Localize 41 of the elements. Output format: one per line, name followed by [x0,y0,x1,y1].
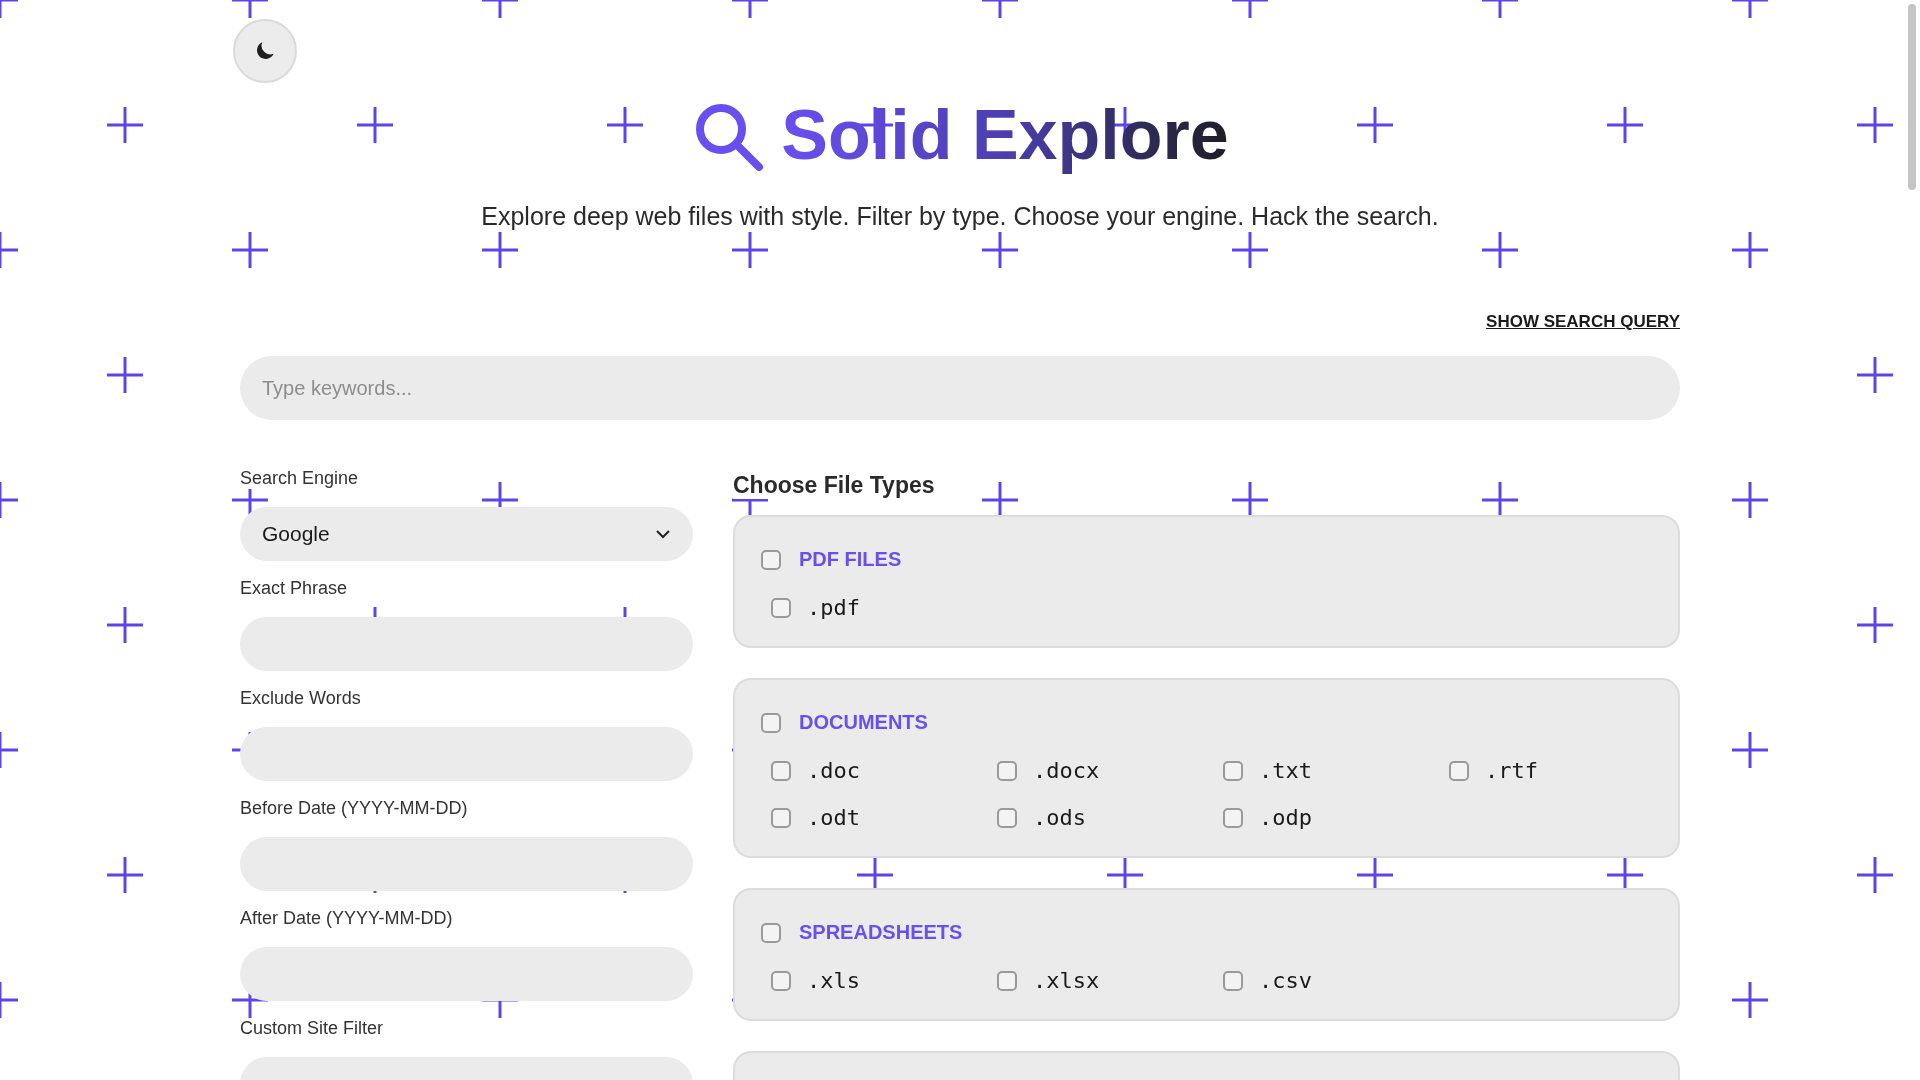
section-heading: Choose File Types [733,472,935,499]
extension-checkbox[interactable] [1223,760,1243,781]
group-title: DOCUMENTS [799,711,928,734]
extension-checkbox[interactable] [771,597,791,618]
extension-checkbox[interactable] [771,970,791,991]
show-search-query-link[interactable]: SHOW SEARCH QUERY [1486,312,1680,332]
text-input-field[interactable] [240,947,693,1001]
extension-checkbox[interactable] [1223,807,1243,828]
extension-label: .pdf [807,595,860,620]
extension-label: .xlsx [1033,968,1100,993]
group-checkbox[interactable] [761,712,781,733]
extension-label: .ods [1033,805,1086,830]
extension-checkbox[interactable] [771,807,791,828]
extension-label: .txt [1259,758,1312,783]
text-input-field[interactable] [240,617,693,671]
extension-checkbox[interactable] [997,970,1017,991]
group-title: PDF FILES [799,548,902,571]
scrollbar[interactable] [1908,4,1916,190]
search-engine-dropdown[interactable]: Google [240,507,693,561]
extension-checkbox[interactable] [1223,970,1243,991]
group-checkbox[interactable] [761,549,781,570]
keyword-search-field[interactable]: Type keywords... [240,356,1680,420]
chevron-down-icon [655,529,671,539]
extension-label: .odt [807,805,860,830]
extension-label: .doc [807,758,860,783]
field-label: After Date (YYYY-MM-DD) [240,908,453,929]
extension-label: .docx [1033,758,1100,783]
group-checkbox[interactable] [761,922,781,943]
extension-checkbox[interactable] [997,807,1017,828]
extension-checkbox[interactable] [771,760,791,781]
group-title: SPREADSHEETS [799,921,963,944]
extension-label: .rtf [1485,758,1538,783]
extension-label: .csv [1259,968,1312,993]
text-input-field[interactable] [240,837,693,891]
extension-label: .xls [807,968,860,993]
extension-label: .odp [1259,805,1312,830]
field-label: Search Engine [240,468,359,489]
text-input-field[interactable] [240,727,693,781]
extension-checkbox[interactable] [997,760,1017,781]
extension-checkbox[interactable] [1449,760,1469,781]
field-label: Before Date (YYYY-MM-DD) [240,798,468,819]
